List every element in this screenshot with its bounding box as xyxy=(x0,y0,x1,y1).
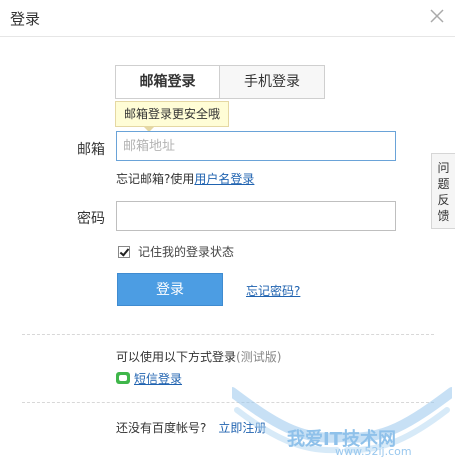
login-tabs: 邮箱登录 手机登录 xyxy=(115,65,329,100)
tab-email-login[interactable]: 邮箱登录 xyxy=(115,65,220,99)
email-input[interactable] xyxy=(116,131,396,161)
username-login-link[interactable]: 用户名登录 xyxy=(194,172,254,186)
forgot-password-link[interactable]: 忘记密码? xyxy=(246,282,300,299)
feedback-tab[interactable]: 问题反馈 xyxy=(431,153,455,229)
watermark-url: www.52ij.com xyxy=(335,445,412,458)
remember-checkbox[interactable] xyxy=(118,246,130,258)
other-login-methods: 可以使用以下方式登录(测试版) xyxy=(116,348,281,365)
message-icon xyxy=(116,372,130,384)
other-login-label: 可以使用以下方式登录 xyxy=(116,350,237,364)
sms-login[interactable]: 短信登录 xyxy=(116,370,182,387)
tab-phone-login[interactable]: 手机登录 xyxy=(220,65,325,99)
password-label: 密码 xyxy=(77,211,105,227)
login-dialog: 登录 邮箱登录 手机登录 邮箱登录更安全哦 邮箱 忘记邮箱?使用用户名登录 密码… xyxy=(0,0,455,462)
remember-me[interactable]: 记住我的登录状态 xyxy=(118,243,234,260)
dialog-header: 登录 xyxy=(0,0,455,37)
beta-note: (测试版) xyxy=(236,350,282,364)
divider xyxy=(22,334,434,335)
email-label: 邮箱 xyxy=(77,142,105,158)
sms-login-link[interactable]: 短信登录 xyxy=(134,372,182,386)
forgot-email-hint: 忘记邮箱?使用用户名登录 xyxy=(116,170,254,187)
remember-label: 记住我的登录状态 xyxy=(138,245,235,259)
password-input[interactable] xyxy=(116,201,396,231)
login-button[interactable]: 登录 xyxy=(117,273,223,306)
close-icon[interactable] xyxy=(429,8,445,24)
email-tip-tooltip: 邮箱登录更安全哦 xyxy=(115,101,229,127)
forgot-email-text: 忘记邮箱?使用 xyxy=(116,172,195,186)
feedback-label: 问题反馈 xyxy=(437,161,450,223)
no-account-text: 还没有百度帐号? xyxy=(116,421,207,435)
dialog-title: 登录 xyxy=(10,10,41,28)
